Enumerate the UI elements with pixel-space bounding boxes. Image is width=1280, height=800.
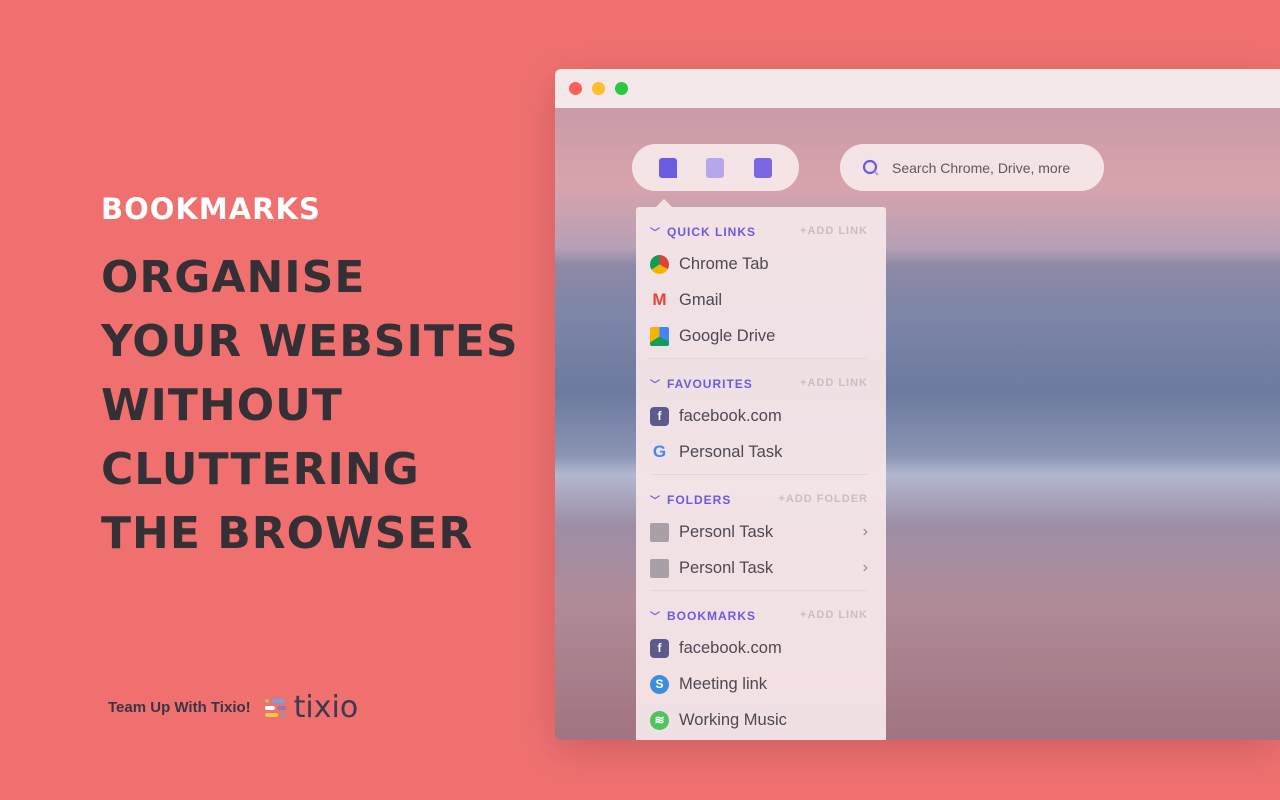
item-label: Personl Task [679,522,774,541]
hero: BOOKMARKS ORGANISE YOUR WEBSITES WITHOUT… [101,192,521,566]
section-toggle[interactable]: ﹀ FOLDERS [650,492,731,507]
chevron-down-icon: ﹀ [650,379,661,391]
section-toggle[interactable]: ﹀ BOOKMARKS [650,608,756,623]
spotify-icon: ≋ [650,710,669,730]
list-item[interactable]: G Personal Task [650,434,868,470]
chevron-down-icon: ﹀ [650,495,661,507]
search-bar[interactable]: Search Chrome, Drive, more [840,144,1104,191]
close-button[interactable] [569,82,582,95]
footer: Team Up With Tixio! tixio [108,690,358,725]
chevron-down-icon: ﹀ [650,227,661,239]
document-icon[interactable] [706,157,725,178]
item-label: Working Music [679,710,787,729]
chevron-down-icon: ﹀ [650,611,661,623]
toolbar [632,144,799,191]
chrome-icon [650,254,669,274]
item-label: Personl Task [679,558,774,577]
facebook-icon: f [650,638,669,658]
maximize-button[interactable] [615,82,628,95]
bookmark-icon[interactable] [658,157,677,178]
bookmarks-panel: ﹀ QUICK LINKS +ADD LINK Chrome Tab M Gmail Goo… [636,199,886,740]
skype-icon: S [650,674,669,694]
divider [650,474,868,475]
google-icon: G [652,442,667,461]
item-label: facebook.com [679,406,782,425]
list-item[interactable]: Personl Task › [650,514,868,550]
item-label: Chrome Tab [679,254,769,273]
title-bar [555,69,1280,108]
facebook-icon: f [650,406,669,426]
add-button[interactable]: +ADD LINK [800,609,868,621]
brand-name: tixio [293,690,359,725]
item-label: Personal Task [679,442,783,461]
list-item[interactable]: f facebook.com [650,398,868,434]
list-item[interactable]: M Gmail [650,282,868,318]
chevron-right-icon: › [862,559,868,576]
item-label: facebook.com [679,638,782,657]
item-label: Meeting link [679,674,768,693]
beach-background: Search Chrome, Drive, more ﹀ QUICK LINKS +… [555,108,1280,740]
google-drive-icon [650,326,669,346]
add-button[interactable]: +ADD LINK [800,377,868,389]
folder-icon [650,558,669,578]
section-header: ﹀ FAVOURITES +ADD LINK [650,368,868,398]
hero-eyebrow: BOOKMARKS [101,192,321,226]
item-label: Google Drive [679,326,776,345]
hero-headline: ORGANISE YOUR WEBSITES WITHOUT CLUTTERIN… [101,252,519,559]
section-toggle[interactable]: ﹀ FAVOURITES [650,376,753,391]
list-item[interactable]: Chrome Tab [650,246,868,282]
search-input[interactable]: Search Chrome, Drive, more [892,160,1070,176]
divider [650,590,868,591]
browser-window: Search Chrome, Drive, more ﹀ QUICK LINKS +… [555,69,1280,740]
list-item[interactable]: Google Drive [650,318,868,354]
minimize-button[interactable] [592,82,605,95]
list-item[interactable]: S Meeting link [650,666,868,702]
tagline: Team Up With Tixio! [108,699,251,716]
item-label: Gmail [679,290,723,309]
logo-mark-icon [264,698,286,717]
chevron-right-icon: › [862,523,868,540]
section-header: ﹀ QUICK LINKS +ADD LINK [650,216,868,246]
list-item[interactable]: f facebook.com [650,630,868,666]
add-button[interactable]: +ADD LINK [800,225,868,237]
calendar-icon[interactable] [754,157,773,178]
tixio-logo: tixio [264,690,359,725]
search-icon [862,159,879,176]
list-item[interactable]: Personl Task › [650,550,868,586]
divider [650,358,868,359]
add-button[interactable]: +ADD FOLDER [778,493,868,505]
section-header: ﹀ FOLDERS +ADD FOLDER [650,484,868,514]
section-toggle[interactable]: ﹀ QUICK LINKS [650,224,756,239]
section-header: ﹀ BOOKMARKS +ADD LINK [650,600,868,630]
list-item[interactable]: ≋ Working Music [650,702,868,738]
gmail-icon: M [652,290,667,309]
folder-icon [650,522,669,542]
